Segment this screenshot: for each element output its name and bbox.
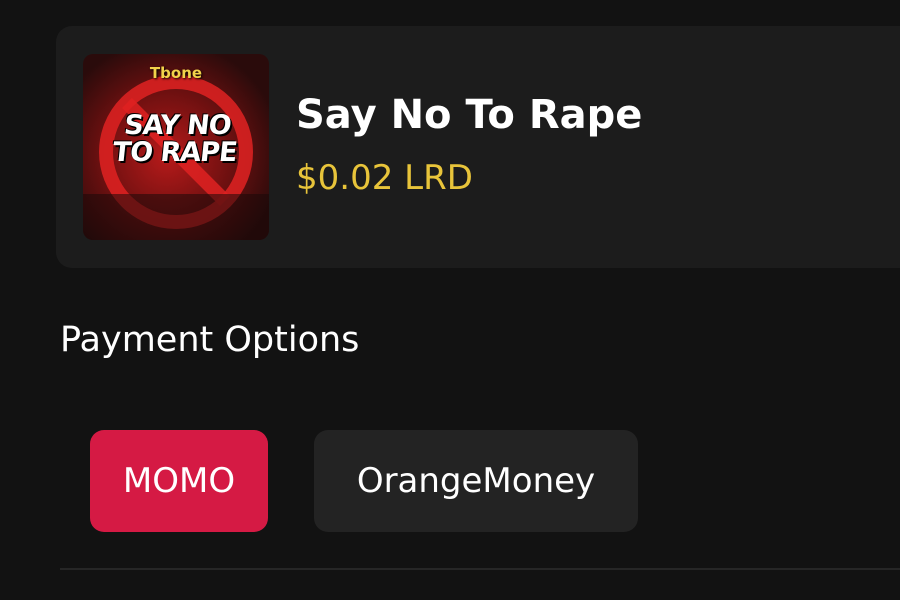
cover-title-line: TO RAPE xyxy=(111,137,239,168)
divider xyxy=(60,568,900,570)
song-price: $0.02 LRD xyxy=(296,158,473,198)
product-card: Tbone SAY NO TO RAPE Say No To Rape $0.0… xyxy=(56,26,900,268)
cover-title-line: SAY NO xyxy=(122,110,233,141)
cover-artist-text: Tbone xyxy=(149,64,203,82)
orangemoney-payment-button[interactable]: OrangeMoney xyxy=(314,430,638,532)
momo-payment-button[interactable]: MOMO xyxy=(90,430,268,532)
payment-options-heading: Payment Options xyxy=(60,320,360,360)
checkout-screen: Tbone SAY NO TO RAPE Say No To Rape $0.0… xyxy=(0,0,900,600)
cover-title-text: SAY NO TO RAPE xyxy=(83,110,269,168)
song-title: Say No To Rape xyxy=(296,92,643,138)
album-cover: Tbone SAY NO TO RAPE xyxy=(83,54,269,240)
